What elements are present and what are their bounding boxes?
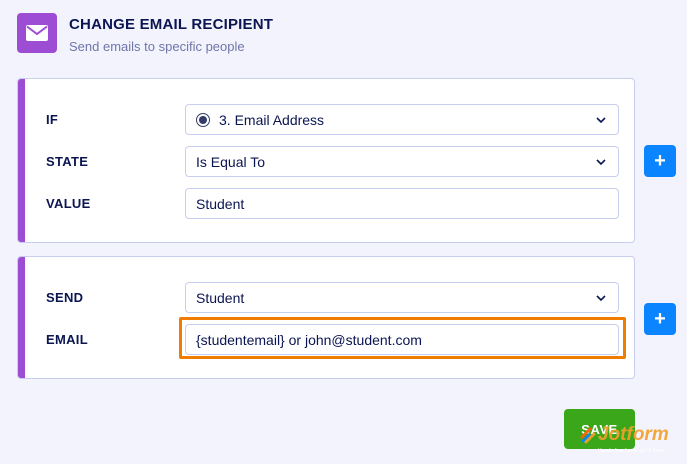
if-label: IF	[46, 112, 59, 127]
state-select[interactable]: Is Equal To	[185, 146, 619, 177]
add-condition-button[interactable]: +	[644, 145, 676, 177]
email-field-highlight	[179, 317, 626, 359]
jotform-watermark: Jotform Hassle-free forms, get it done	[580, 424, 669, 454]
plus-icon: +	[654, 307, 666, 330]
value-input[interactable]: Student	[185, 188, 619, 219]
chevron-down-icon	[596, 159, 606, 166]
add-action-button[interactable]: +	[644, 303, 676, 335]
send-row: SEND Student	[18, 282, 634, 314]
jotform-tagline: Hassle-free forms, get it done	[598, 448, 664, 454]
page-subtitle: Send emails to specific people	[69, 39, 245, 54]
send-label: SEND	[46, 290, 84, 305]
radio-field-icon	[196, 112, 210, 127]
email-label: EMAIL	[46, 332, 88, 347]
value-text: Student	[196, 195, 245, 212]
value-label: VALUE	[46, 196, 91, 211]
condition-card: IF 3. Email Address STATE Is Equal To VA…	[17, 78, 635, 243]
state-label: STATE	[46, 154, 89, 169]
if-field-value: 3. Email Address	[219, 111, 325, 128]
state-row: STATE Is Equal To	[18, 146, 634, 178]
state-value: Is Equal To	[196, 153, 266, 170]
send-value: Student	[196, 289, 245, 306]
value-row: VALUE Student	[18, 188, 634, 220]
page-title: CHANGE EMAIL RECIPIENT	[69, 16, 274, 33]
envelope-icon	[17, 13, 57, 53]
if-row: IF 3. Email Address	[18, 104, 634, 136]
send-select[interactable]: Student	[185, 282, 619, 313]
if-field-select[interactable]: 3. Email Address	[185, 104, 619, 135]
chevron-down-icon	[596, 295, 606, 302]
chevron-down-icon	[596, 117, 606, 124]
plus-icon: +	[654, 149, 666, 172]
header: CHANGE EMAIL RECIPIENT Send emails to sp…	[17, 13, 273, 54]
jotform-logo-icon	[580, 427, 596, 444]
jotform-logo-text: Jotform	[598, 424, 669, 445]
